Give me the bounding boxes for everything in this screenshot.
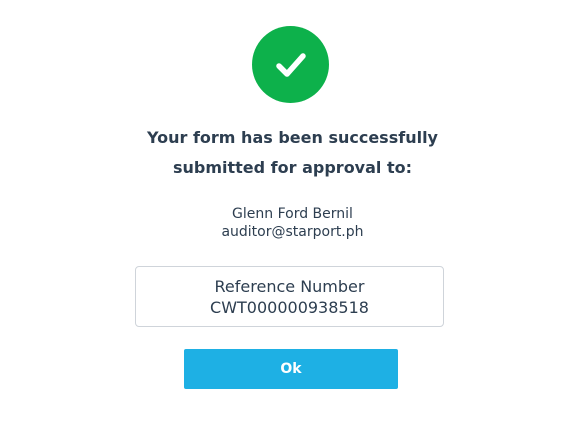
checkmark-glyph xyxy=(275,52,306,77)
reference-number-value: CWT000000938518 xyxy=(210,298,369,317)
approver-info: Glenn Ford Bernil auditor@starport.ph xyxy=(0,205,585,241)
reference-number-box: Reference Number CWT000000938518 xyxy=(135,266,444,327)
check-icon xyxy=(252,26,329,103)
ok-button[interactable]: Ok xyxy=(184,349,398,389)
success-dialog: Your form has been successfully submitte… xyxy=(0,0,585,439)
approver-name: Glenn Ford Bernil xyxy=(232,206,353,222)
success-message: Your form has been successfully submitte… xyxy=(0,123,585,183)
success-message-line2: submitted for approval to: xyxy=(172,158,412,177)
success-message-line1: Your form has been successfully xyxy=(147,128,438,147)
approver-email: auditor@starport.ph xyxy=(221,224,364,240)
reference-number-label: Reference Number xyxy=(214,277,365,296)
